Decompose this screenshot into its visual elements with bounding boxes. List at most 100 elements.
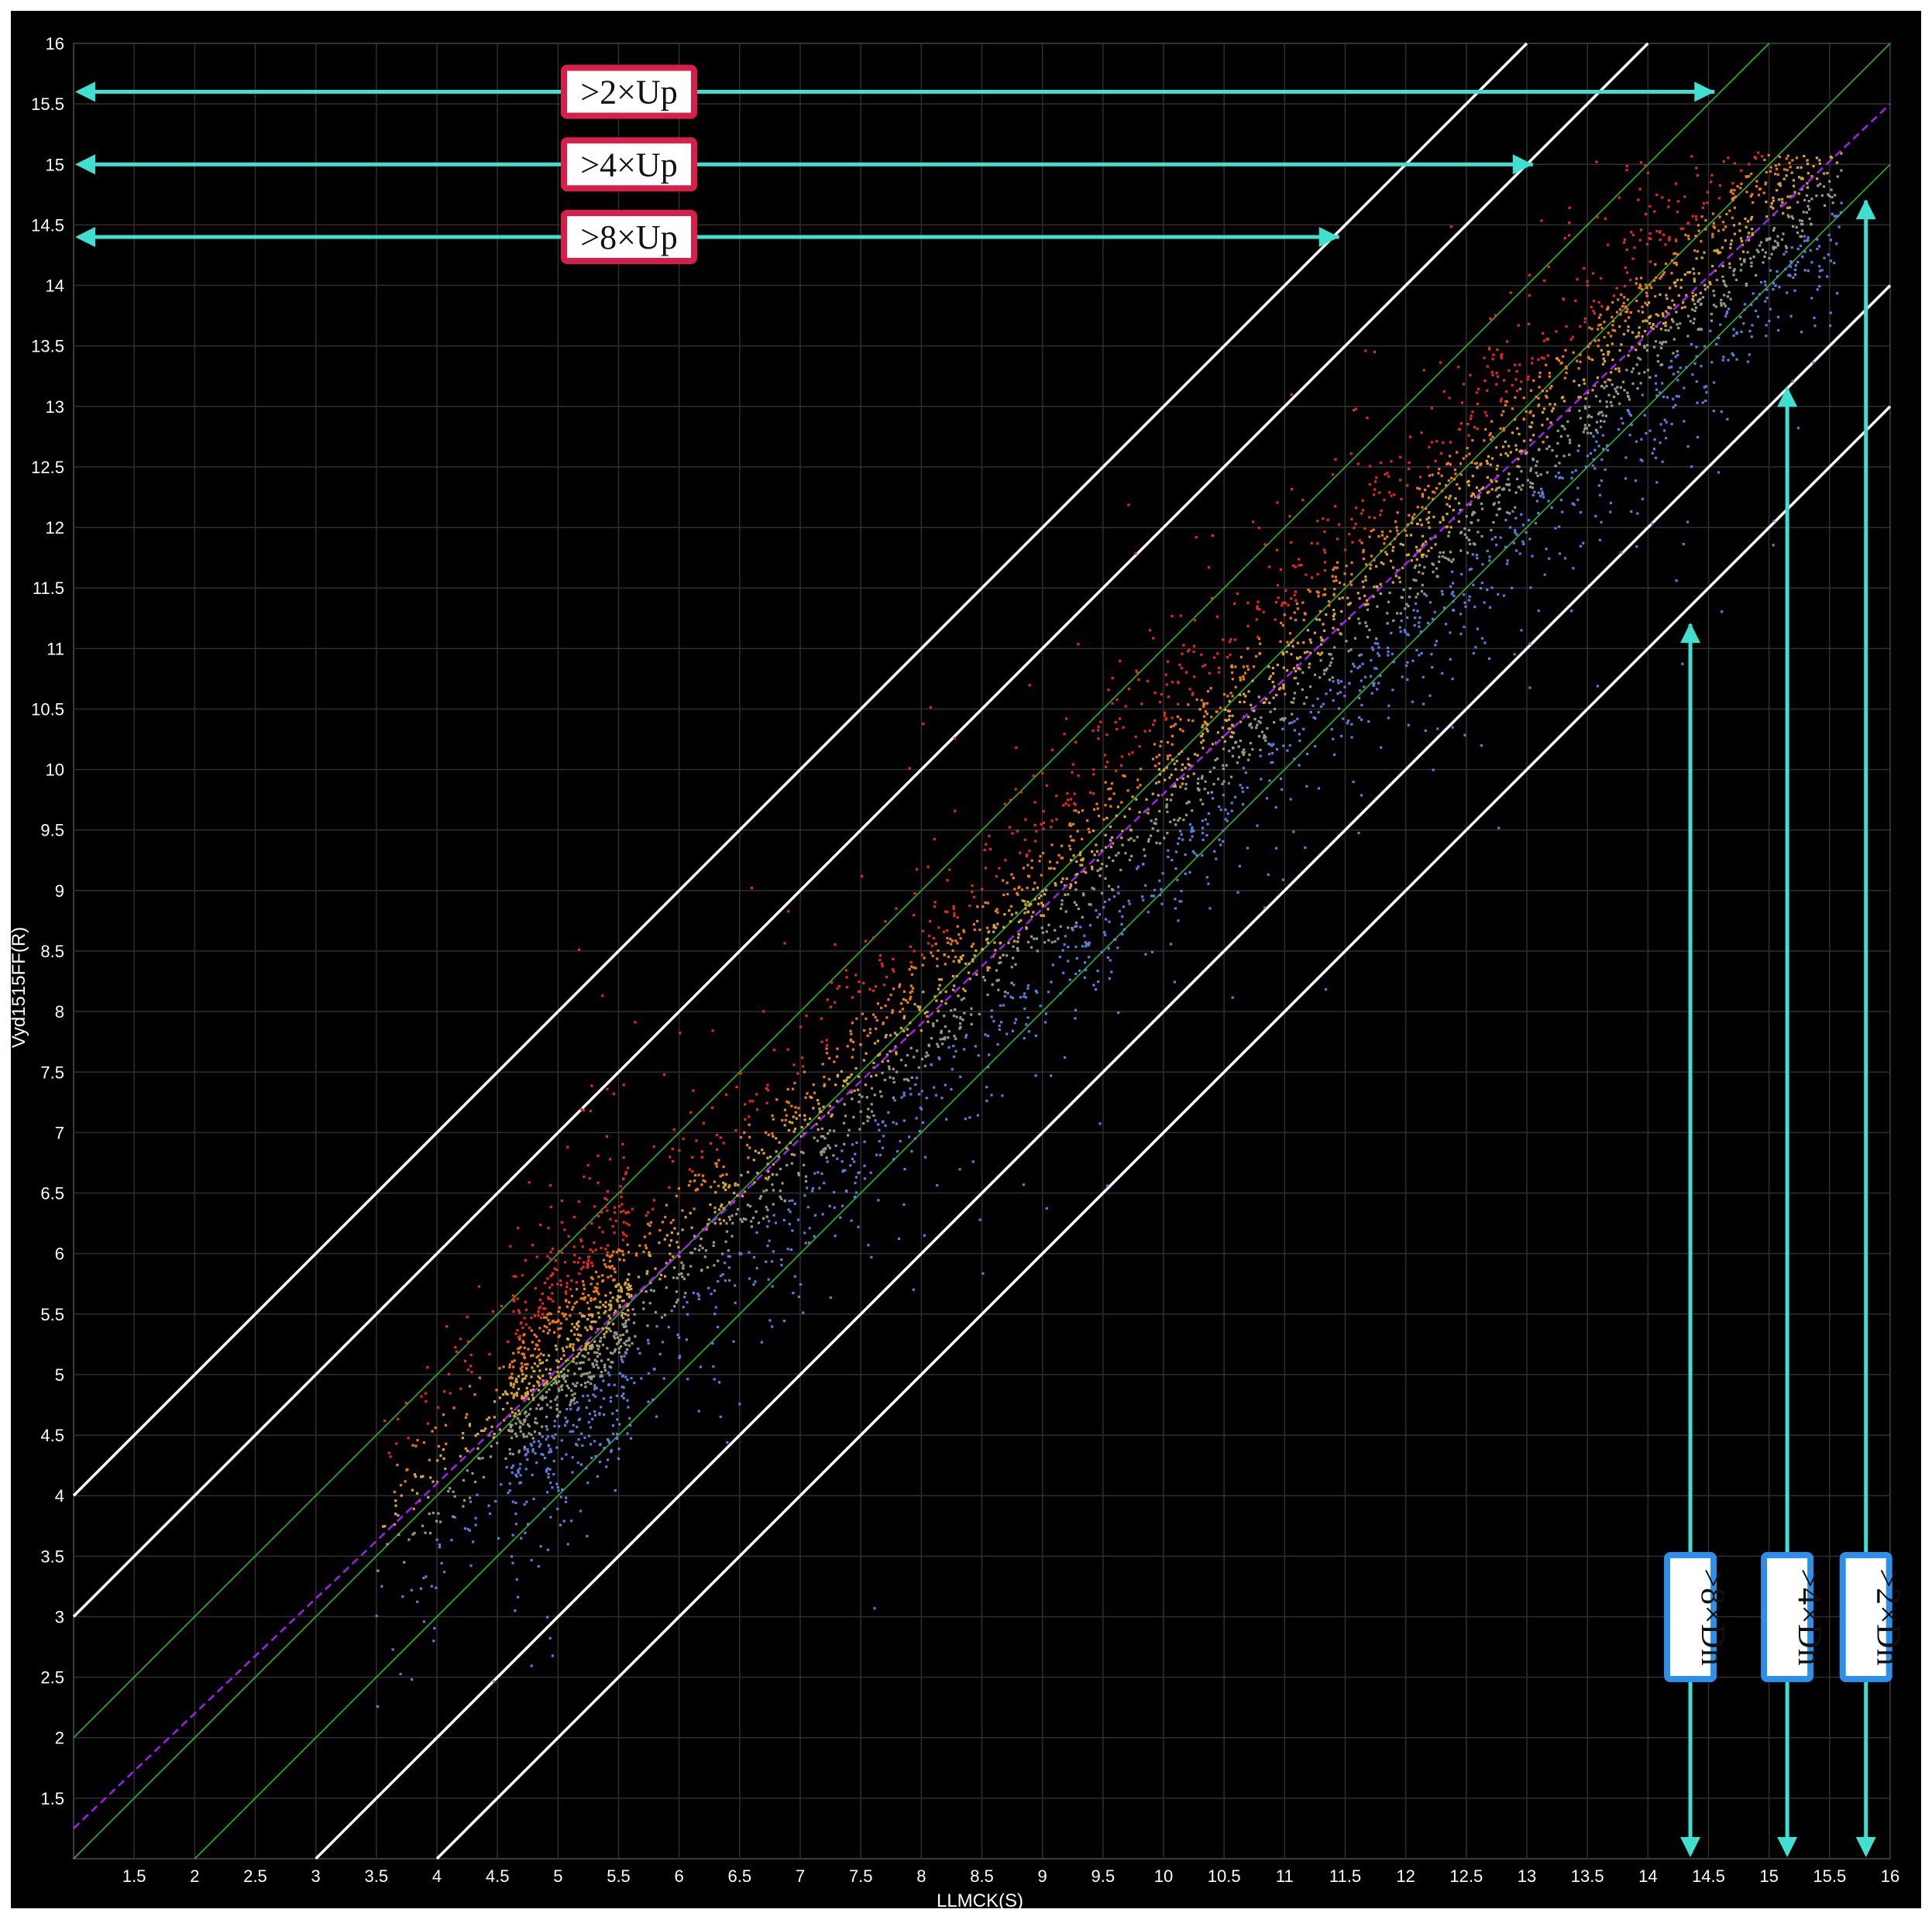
data-point — [1491, 374, 1494, 376]
data-point — [1731, 217, 1734, 219]
data-point — [1274, 618, 1277, 620]
data-point — [720, 1416, 722, 1418]
data-point — [1589, 342, 1591, 345]
data-point — [1033, 774, 1035, 777]
data-point — [1766, 297, 1769, 299]
data-point — [1026, 1016, 1029, 1018]
data-point — [1401, 620, 1403, 622]
data-point — [716, 1149, 718, 1151]
data-point — [621, 1355, 623, 1358]
data-point — [1174, 723, 1177, 726]
data-point — [1205, 728, 1208, 730]
data-point — [1702, 207, 1704, 209]
data-point — [1700, 240, 1702, 242]
data-point — [1472, 475, 1474, 477]
data-point — [1592, 272, 1594, 274]
data-point — [1818, 276, 1820, 278]
data-point — [673, 1228, 676, 1230]
data-point — [1755, 185, 1758, 187]
data-point — [569, 1408, 572, 1410]
data-point — [620, 1191, 622, 1193]
data-point — [531, 1354, 534, 1356]
data-point — [784, 1200, 786, 1202]
data-point — [590, 1427, 592, 1429]
data-point — [844, 1114, 847, 1117]
data-point — [993, 924, 995, 926]
data-point — [540, 1545, 542, 1547]
data-point — [756, 1267, 758, 1269]
data-point — [1480, 587, 1482, 589]
data-point — [1642, 311, 1644, 314]
data-point — [669, 1244, 671, 1246]
data-point — [1499, 428, 1501, 430]
data-point — [984, 1033, 986, 1035]
data-point — [1454, 469, 1456, 471]
data-point — [1687, 315, 1690, 318]
data-point — [932, 955, 934, 957]
data-point — [1468, 453, 1470, 455]
data-point — [1243, 701, 1246, 703]
data-point — [578, 1272, 580, 1275]
data-point — [1751, 228, 1753, 230]
data-point — [1343, 583, 1346, 585]
data-point — [1062, 877, 1064, 880]
data-point — [666, 1234, 669, 1236]
data-point — [663, 1073, 665, 1076]
data-point — [642, 1301, 645, 1303]
data-point — [1476, 557, 1478, 559]
data-point — [1324, 551, 1326, 554]
data-point — [1635, 479, 1637, 482]
data-point — [1417, 592, 1419, 595]
data-point — [802, 1311, 804, 1313]
data-point — [713, 1180, 716, 1183]
data-point — [1491, 538, 1494, 541]
data-point — [1627, 329, 1629, 331]
data-point — [1635, 277, 1638, 280]
data-point — [1439, 362, 1442, 364]
data-point — [771, 1260, 773, 1262]
data-point — [944, 963, 947, 965]
data-point — [1369, 483, 1371, 486]
data-point — [714, 1222, 717, 1224]
data-point — [517, 1297, 519, 1300]
data-point — [1786, 207, 1789, 209]
data-point — [1628, 396, 1630, 398]
data-point — [813, 1092, 816, 1094]
data-point — [1187, 775, 1189, 778]
data-point — [550, 1384, 552, 1386]
data-point — [1692, 268, 1694, 270]
data-point — [1213, 850, 1215, 853]
data-point — [600, 1389, 602, 1392]
data-point — [1085, 969, 1087, 971]
data-point — [556, 1283, 559, 1285]
data-point — [514, 1502, 517, 1504]
data-point — [1116, 728, 1118, 730]
data-point — [1095, 988, 1097, 991]
data-point — [1353, 781, 1355, 783]
data-point — [621, 1312, 624, 1314]
data-point — [1259, 749, 1261, 751]
data-point — [1336, 692, 1339, 695]
data-point — [1702, 401, 1704, 403]
data-point — [693, 1207, 696, 1210]
data-point — [1392, 546, 1394, 548]
data-point — [1351, 561, 1353, 564]
data-point — [908, 1135, 910, 1138]
data-point — [1769, 270, 1772, 272]
data-point — [1605, 415, 1607, 417]
data-point — [1700, 328, 1703, 331]
data-point — [748, 1115, 750, 1118]
data-point — [1245, 771, 1247, 774]
data-point — [617, 1447, 620, 1450]
data-point — [1009, 920, 1012, 922]
data-point — [612, 1433, 614, 1435]
data-point — [929, 920, 931, 922]
data-point — [1074, 881, 1077, 884]
data-point — [1664, 243, 1666, 246]
data-point — [514, 1423, 517, 1425]
data-point — [1406, 484, 1408, 486]
data-point — [1446, 526, 1449, 528]
data-point — [1642, 393, 1644, 396]
data-point — [573, 1372, 576, 1375]
data-point — [953, 912, 955, 915]
